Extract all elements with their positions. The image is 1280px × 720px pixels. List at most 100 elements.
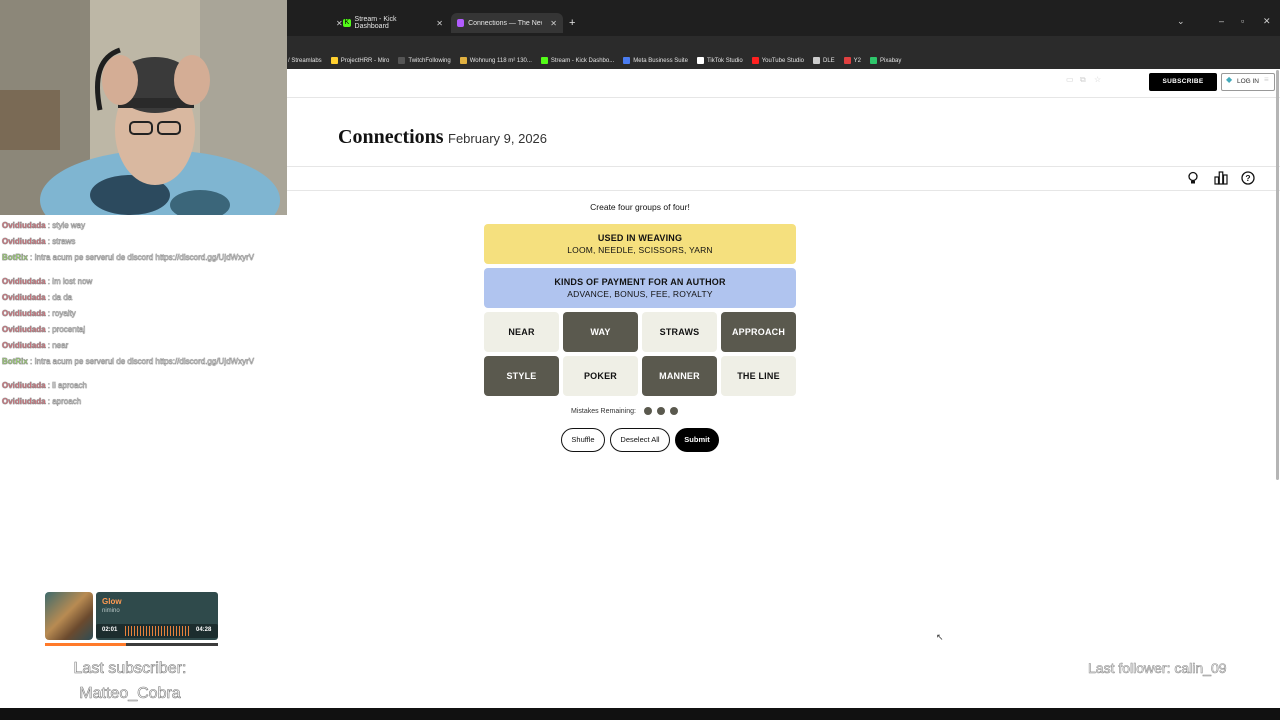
chat-text: : royalty (45, 309, 76, 318)
word-card[interactable]: APPROACH (721, 312, 796, 352)
chat-message: BotRix : Intra acum pe serverul de disco… (2, 252, 284, 276)
bookmark-item[interactable]: Meta Business Suite (623, 57, 688, 64)
chat-text: : li aproach (45, 381, 88, 390)
puzzle-date: February 9, 2026 (448, 131, 548, 146)
bookmark-label: TikTok Studio (706, 57, 743, 64)
chat-username: Ovidiudada (2, 341, 46, 350)
chat-text: : aproach (45, 397, 82, 406)
chat-message: Ovidiudada : aproach (2, 396, 284, 412)
webcam-feed (0, 0, 287, 215)
elapsed-time: 02:01 (102, 627, 118, 633)
chat-username: BotRix (2, 357, 28, 366)
word-card[interactable]: MANNER (642, 356, 717, 396)
word-card[interactable]: WAY (563, 312, 638, 352)
bookmark-favicon-icon (330, 57, 338, 64)
group-title: USED IN WEAVING (597, 233, 683, 243)
close-window-icon[interactable]: ✕ (1263, 16, 1271, 27)
waveform (125, 626, 191, 636)
chat-username: Ovidiudada (2, 325, 46, 334)
nyt-games-icon (457, 19, 465, 27)
bookmark-item[interactable]: YouTube Studio (751, 57, 804, 64)
song-title: Glow (102, 597, 122, 606)
stream-chat: Ovidiudada : style way Ovidiudada : straw… (2, 220, 284, 412)
stats-icon[interactable] (1214, 171, 1228, 185)
chat-username: BotRix (2, 253, 28, 262)
subscribe-button[interactable]: SUBSCRIBE (1149, 73, 1217, 91)
translate-icon[interactable]: ⧉ (1080, 75, 1086, 85)
minimize-icon[interactable]: – (1219, 16, 1224, 26)
bookmark-item[interactable]: TikTok Studio (696, 57, 743, 64)
chat-message: Ovidiudada : near (2, 340, 284, 356)
chat-text: : procentaj (45, 325, 86, 334)
chat-message: Ovidiudada : procentaj (2, 324, 284, 340)
bookmark-favicon-icon (843, 57, 851, 64)
tab-list-icon[interactable]: ⌄ (1177, 16, 1185, 27)
bookmark-favicon-icon (623, 57, 631, 64)
tab-kick-dashboard[interactable]: K Stream - Kick Dashboard ✕ (337, 13, 449, 33)
page-scrollbar[interactable] (1276, 70, 1279, 480)
bookmark-label: ProjectHRR - Miro (340, 57, 390, 64)
taskbar (0, 708, 1280, 720)
star-icon[interactable]: ☆ (1094, 75, 1101, 84)
word-card[interactable]: POKER (563, 356, 638, 396)
close-icon[interactable]: ✕ (436, 19, 443, 28)
chat-message: Ovidiudada : li aproach (2, 380, 284, 396)
bookmark-item[interactable]: TwitchFollowing (398, 57, 451, 64)
chat-username: Ovidiudada (2, 397, 46, 406)
word-card[interactable]: STRAWS (642, 312, 717, 352)
submit-button[interactable]: Submit (675, 428, 719, 452)
tab-connections[interactable]: Connections — The New York T ✕ (451, 13, 563, 33)
mouse-cursor-icon: ↖ (936, 632, 944, 642)
bookmark-item[interactable]: Wohnung 118 m² 130... (459, 57, 532, 64)
restore-icon[interactable]: ▫ (1241, 16, 1244, 26)
deselect-all-button[interactable]: Deselect All (610, 428, 670, 452)
login-button[interactable]: LOG IN (1221, 73, 1275, 91)
tab-label: Connections — The New York T (468, 19, 542, 27)
bookmark-item[interactable]: Y2 (843, 57, 861, 64)
word-card[interactable]: NEAR (484, 312, 559, 352)
chat-text: : Intra acum pe serverul de discord http… (27, 253, 255, 262)
bookmark-favicon-icon (459, 57, 467, 64)
chat-message: Ovidiudada : im lost now (2, 276, 284, 292)
close-icon[interactable]: ✕ (550, 19, 557, 28)
word-card[interactable]: STYLE (484, 356, 559, 396)
bookmark-favicon-icon (813, 57, 820, 64)
word-card[interactable]: THE LINE (721, 356, 796, 396)
help-icon[interactable]: ? (1241, 171, 1255, 185)
bookmark-label: Meta Business Suite (633, 57, 688, 64)
chat-username: Ovidiudada (2, 309, 46, 318)
chat-text: : straws (45, 237, 76, 246)
bookmark-item[interactable]: / Streamlabs (288, 58, 322, 64)
chat-message: Ovidiudada : royalty (2, 308, 284, 324)
chat-username: Ovidiudada (2, 237, 46, 246)
mistakes-remaining: Mistakes Remaining: (571, 407, 678, 415)
tab-label: Stream - Kick Dashboard (354, 16, 397, 30)
mistake-dot (656, 407, 665, 415)
chat-message: Ovidiudada : da da (2, 292, 284, 308)
bookmark-item[interactable]: ProjectHRR - Miro (330, 57, 390, 64)
hint-bulb-icon[interactable] (1186, 171, 1200, 185)
group-title: KINDS OF PAYMENT FOR AN AUTHOR (554, 277, 726, 287)
bookmark-favicon-icon (870, 57, 878, 64)
bookmark-label: YouTube Studio (761, 57, 804, 64)
bookmark-item[interactable]: DLE (813, 57, 835, 64)
new-tab-button[interactable]: + (563, 13, 581, 33)
bookmark-label: DLE (823, 57, 835, 64)
bookmark-label: Wohnung 118 m² 130... (469, 57, 532, 64)
plus-icon: + (569, 17, 576, 29)
progress-fill (45, 643, 127, 646)
now-playing-widget: Glow nimino 02:01 04:28 (45, 592, 218, 640)
bookmark-item[interactable]: Pixabay (870, 57, 901, 64)
chat-text: : im lost now (45, 277, 93, 286)
chat-text: : near (45, 341, 69, 350)
shuffle-button[interactable]: Shuffle (561, 428, 605, 452)
song-artist: nimino (102, 608, 120, 614)
bookmark-label: / Streamlabs (288, 57, 322, 64)
bookmark-item[interactable]: Stream - Kick Dashbo... (540, 57, 614, 64)
last-subscriber-label: Last subscriber: Matteo_Cobra (73, 660, 187, 703)
mistake-dot (643, 407, 652, 415)
chat-message: BotRix : Intra acum pe serverul de disco… (2, 356, 284, 380)
group-members: LOOM, NEEDLE, SCISSORS, YARN (567, 245, 713, 255)
screen: ✕ K Stream - Kick Dashboard ✕ Connection… (0, 0, 1280, 720)
reader-icon[interactable]: ▭ (1066, 75, 1074, 84)
